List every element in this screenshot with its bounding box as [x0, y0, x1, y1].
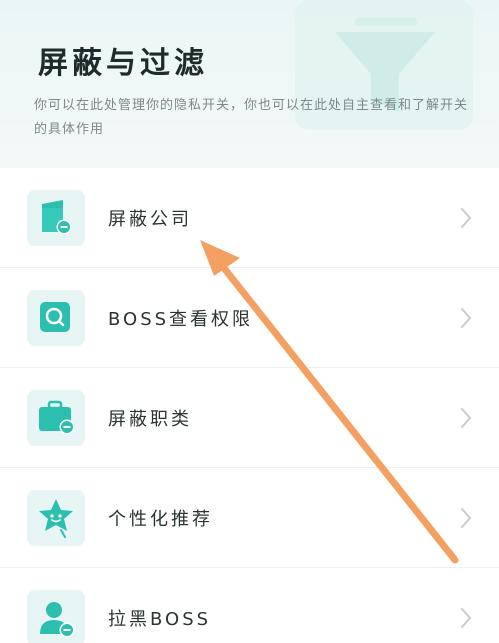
- list-item-label: 屏蔽公司: [108, 209, 192, 230]
- chevron-right-icon: [461, 208, 472, 228]
- search-icon: [27, 290, 85, 346]
- list-item-label: 个性化推荐: [108, 509, 213, 530]
- list-item-blacklist-boss[interactable]: 拉黑BOSS: [0, 568, 499, 643]
- list-item-label: 屏蔽职类: [108, 409, 192, 430]
- page-title: 屏蔽与过滤: [38, 46, 208, 81]
- chevron-right-icon: [461, 608, 472, 628]
- list-item-label: BOSS查看权限: [108, 309, 254, 330]
- star-icon: [27, 490, 85, 546]
- settings-list: 屏蔽公司 BOSS查看权限 屏蔽职类 个性化推荐 拉黑BOSS: [0, 168, 499, 643]
- page-header: 屏蔽与过滤 你可以在此处管理你的隐私开关，你也可以在此处自主查看和了解开关的具体…: [0, 0, 499, 168]
- list-item-block-company[interactable]: 屏蔽公司: [0, 168, 499, 268]
- list-item-boss-view-permission[interactable]: BOSS查看权限: [0, 268, 499, 368]
- list-item-label: 拉黑BOSS: [108, 609, 212, 630]
- user-block-icon: [27, 590, 85, 643]
- briefcase-block-icon: [27, 390, 85, 446]
- building-block-icon: [27, 190, 85, 246]
- chevron-right-icon: [461, 308, 472, 328]
- list-item-personalized-recommendation[interactable]: 个性化推荐: [0, 468, 499, 568]
- page-subtitle: 你可以在此处管理你的隐私开关，你也可以在此处自主查看和了解开关的具体作用: [34, 98, 469, 137]
- chevron-right-icon: [461, 408, 472, 428]
- chevron-right-icon: [461, 508, 472, 528]
- list-item-block-job-category[interactable]: 屏蔽职类: [0, 368, 499, 468]
